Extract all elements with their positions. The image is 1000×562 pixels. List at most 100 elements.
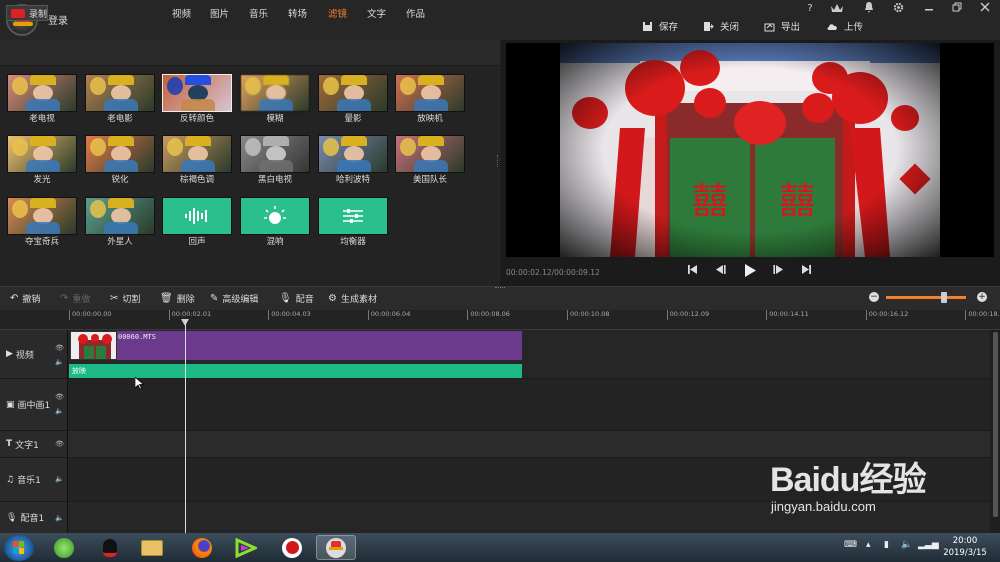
track-header-music: ♫ 音乐1 🔈 — [0, 458, 68, 502]
zoom-in-button[interactable]: + — [977, 292, 987, 302]
filter-tile[interactable]: 反转颜色 — [162, 74, 232, 126]
tab-works[interactable]: 作品 — [406, 6, 425, 20]
login-link[interactable]: 登录 — [48, 12, 68, 27]
dub-button[interactable]: 🎙 配音 — [279, 292, 314, 305]
scrollbar-thumb[interactable] — [993, 332, 998, 517]
media-tab-bar — [0, 40, 500, 66]
step-forward-button[interactable] — [770, 264, 786, 280]
filter-tile[interactable]: 锐化 — [85, 135, 155, 187]
ruler-tick-label: 00:00:12.09 — [666, 310, 709, 320]
gear-icon[interactable] — [889, 2, 907, 16]
timeline-scrollbar[interactable] — [991, 330, 1000, 533]
scissors-icon: ✂ — [110, 293, 119, 304]
start-button[interactable] — [4, 535, 34, 561]
ruler-tick-label: 00:00:10.08 — [567, 310, 610, 320]
restore-icon[interactable] — [948, 2, 966, 16]
advanced-edit-button[interactable]: ✎ 高级编辑 — [210, 292, 258, 305]
speaker-icon[interactable]: 🔈 — [55, 358, 64, 366]
filter-tile[interactable]: 均衡器 — [318, 197, 388, 249]
bell-icon[interactable] — [860, 2, 878, 16]
filter-label: 美国队长 — [412, 175, 447, 185]
skip-end-button[interactable] — [798, 264, 814, 280]
filter-label: 外星人 — [107, 237, 133, 247]
panel-splitter[interactable] — [497, 155, 500, 167]
minimize-icon[interactable] — [920, 2, 938, 16]
eye-icon[interactable]: 👁 — [55, 440, 64, 448]
save-button[interactable]: 保存 — [642, 18, 678, 34]
tab-music[interactable]: 音乐 — [249, 6, 268, 20]
filter-tile[interactable]: 暈影 — [318, 74, 388, 126]
filter-tile[interactable]: 哈利波特 — [318, 135, 388, 187]
generate-label: 生成素材 — [340, 295, 377, 305]
vip-icon[interactable] — [828, 2, 846, 16]
filter-tile[interactable]: 模糊 — [240, 74, 310, 126]
keyboard-icon[interactable]: ⌨ — [844, 540, 857, 550]
playhead-line[interactable] — [185, 320, 186, 533]
close-icon[interactable] — [976, 2, 994, 16]
filter-tile[interactable]: 外星人 — [85, 197, 155, 249]
filter-tile[interactable]: 混响 — [240, 197, 310, 249]
taskbar-app-qq[interactable] — [90, 535, 130, 560]
filter-tile[interactable]: 发光 — [7, 135, 77, 187]
generate-material-button[interactable]: ⚙ 生成素材 — [328, 292, 377, 305]
cut-button[interactable]: ✂ 切割 — [110, 292, 140, 305]
taskbar-app-video-editor[interactable] — [316, 535, 356, 560]
help-icon[interactable]: ? — [801, 2, 819, 16]
volume-icon[interactable]: 🔈 — [901, 540, 912, 550]
record-button[interactable]: 录制 — [6, 5, 48, 21]
zoom-slider[interactable] — [886, 292, 966, 303]
upload-label: 上传 — [844, 22, 864, 33]
undo-icon: ↶ — [10, 293, 19, 304]
taskbar-app-recorder[interactable] — [272, 535, 312, 560]
filter-tile[interactable]: 老电视 — [7, 74, 77, 126]
track-label-music: 音乐1 — [17, 476, 41, 486]
timeline-ruler[interactable]: 00:00:00.00 00:00:02.01 00:00:04.03 00:00:0… — [68, 310, 1000, 330]
filter-tile[interactable]: 黑白电视 — [240, 135, 310, 187]
tab-image[interactable]: 图片 — [210, 6, 229, 20]
zoom-out-button[interactable]: − — [869, 292, 879, 302]
taskbar-app-browser[interactable] — [44, 535, 84, 560]
save-label: 保存 — [659, 22, 679, 33]
zoom-slider-knob[interactable] — [940, 292, 947, 303]
speaker-icon[interactable]: 🔈 — [55, 475, 64, 483]
filter-clip-bar[interactable] — [69, 364, 522, 378]
upload-button[interactable]: 上传 — [827, 18, 863, 34]
filter-tile[interactable]: 美国队长 — [395, 135, 465, 187]
ruler-tick-label: 00:00:18. — [965, 310, 1000, 320]
tab-filter[interactable]: 滤镜 — [328, 6, 347, 20]
close-project-button[interactable]: 关闭 — [703, 18, 739, 34]
play-button[interactable] — [742, 264, 758, 280]
system-clock[interactable]: 20:00 2019/3/15 — [935, 535, 995, 559]
filter-tile[interactable]: 回声 — [162, 197, 232, 249]
filter-thumbnail — [240, 74, 310, 112]
filter-tile[interactable]: 老电影 — [85, 74, 155, 126]
speaker-icon[interactable]: 🔈 — [55, 514, 64, 522]
speaker-icon[interactable]: 🔈 — [55, 407, 64, 415]
track-label-pip: 画中画1 — [17, 401, 51, 411]
watermark-brand: Baidu经验 — [770, 461, 926, 499]
taskbar-app-firefox[interactable] — [182, 535, 222, 560]
vertical-splitter[interactable] — [495, 287, 505, 290]
undo-label: 撤销 — [22, 295, 41, 305]
filter-tile[interactable]: 棕褐色调 — [162, 135, 232, 187]
export-button[interactable]: 导出 — [764, 18, 800, 34]
eye-icon[interactable]: 👁 — [55, 393, 64, 401]
redo-button[interactable]: ↷ 重做 — [60, 292, 90, 305]
tray-expand-icon[interactable]: ▴ — [866, 540, 871, 550]
taskbar-app-explorer[interactable] — [132, 535, 172, 560]
eye-icon[interactable]: 👁 — [55, 344, 64, 352]
tab-video[interactable]: 视频 — [172, 6, 191, 20]
pip-lane[interactable] — [68, 379, 990, 431]
undo-button[interactable]: ↶ 撤销 — [10, 292, 40, 305]
taskbar-app-player[interactable] — [226, 535, 266, 560]
tab-text[interactable]: 文字 — [367, 6, 386, 20]
microphone-icon: 🎙 — [6, 512, 18, 523]
step-back-button[interactable] — [712, 264, 728, 280]
filter-tile[interactable]: 夺宝奇兵 — [7, 197, 77, 249]
filter-tile[interactable]: 放映机 — [395, 74, 465, 126]
delete-button[interactable]: 🗑 删除 — [160, 292, 195, 305]
tab-transition[interactable]: 转场 — [288, 6, 307, 20]
usb-icon[interactable]: ▮ — [884, 540, 889, 550]
filter-thumbnail — [162, 74, 232, 112]
skip-start-button[interactable] — [684, 264, 700, 280]
